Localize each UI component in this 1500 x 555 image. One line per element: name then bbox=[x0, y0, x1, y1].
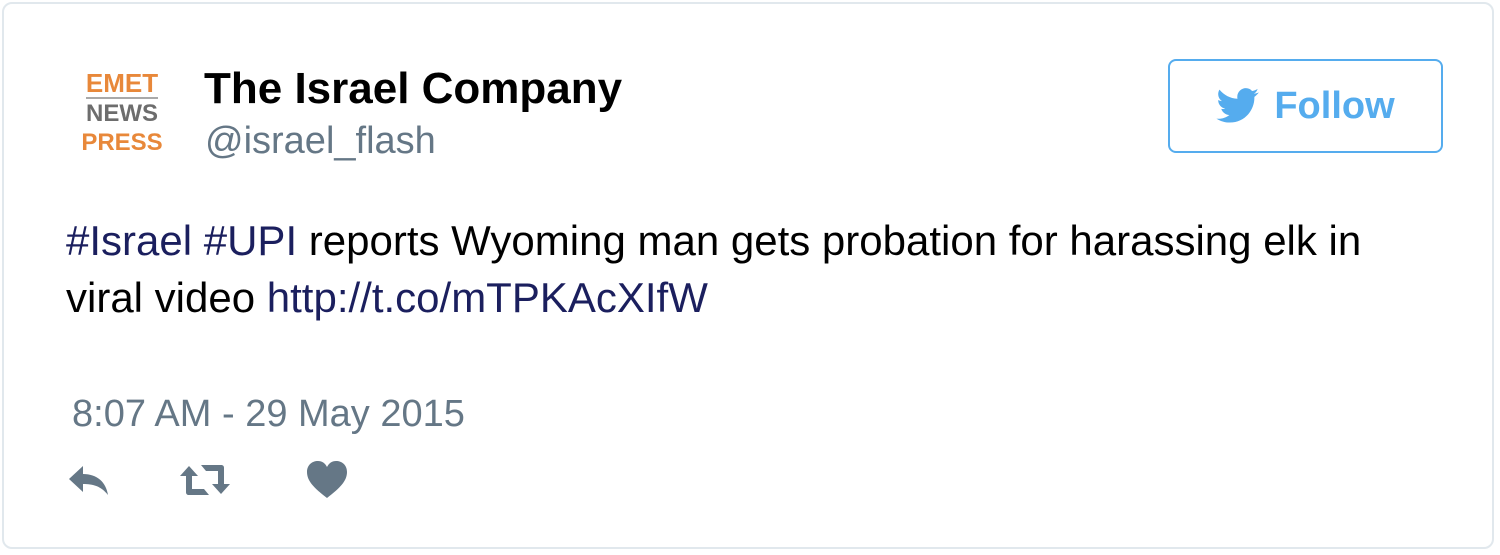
avatar-line-press: PRESS bbox=[81, 129, 163, 156]
retweet-icon bbox=[179, 462, 231, 503]
retweet-button[interactable] bbox=[179, 460, 231, 504]
tweet-link[interactable]: http://t.co/mTPKAcXIfW bbox=[267, 274, 708, 321]
avatar-line-news: NEWS bbox=[86, 100, 158, 127]
tweet-text: #Israel #UPI reports Wyoming man gets pr… bbox=[66, 212, 1446, 326]
reply-icon bbox=[67, 462, 111, 503]
tweet-timestamp[interactable]: 8:07 AM - 29 May 2015 bbox=[72, 393, 465, 436]
like-button[interactable] bbox=[304, 460, 350, 504]
account-handle[interactable]: @israel_flash bbox=[205, 120, 436, 163]
follow-button[interactable]: Follow bbox=[1168, 59, 1443, 153]
avatar[interactable]: EMET NEWS PRESS bbox=[70, 70, 174, 160]
hashtag-upi[interactable]: #UPI bbox=[204, 217, 297, 264]
tweet-space bbox=[192, 217, 204, 264]
hashtag-israel[interactable]: #Israel bbox=[66, 217, 192, 264]
account-name[interactable]: The Israel Company bbox=[204, 64, 622, 114]
heart-icon bbox=[306, 460, 348, 505]
avatar-line-emet: EMET bbox=[85, 68, 159, 99]
reply-button[interactable] bbox=[66, 460, 112, 504]
follow-label: Follow bbox=[1274, 84, 1395, 127]
twitter-bird-icon bbox=[1216, 88, 1260, 124]
tweet-card: EMET NEWS PRESS The Israel Company @isra… bbox=[2, 2, 1494, 549]
